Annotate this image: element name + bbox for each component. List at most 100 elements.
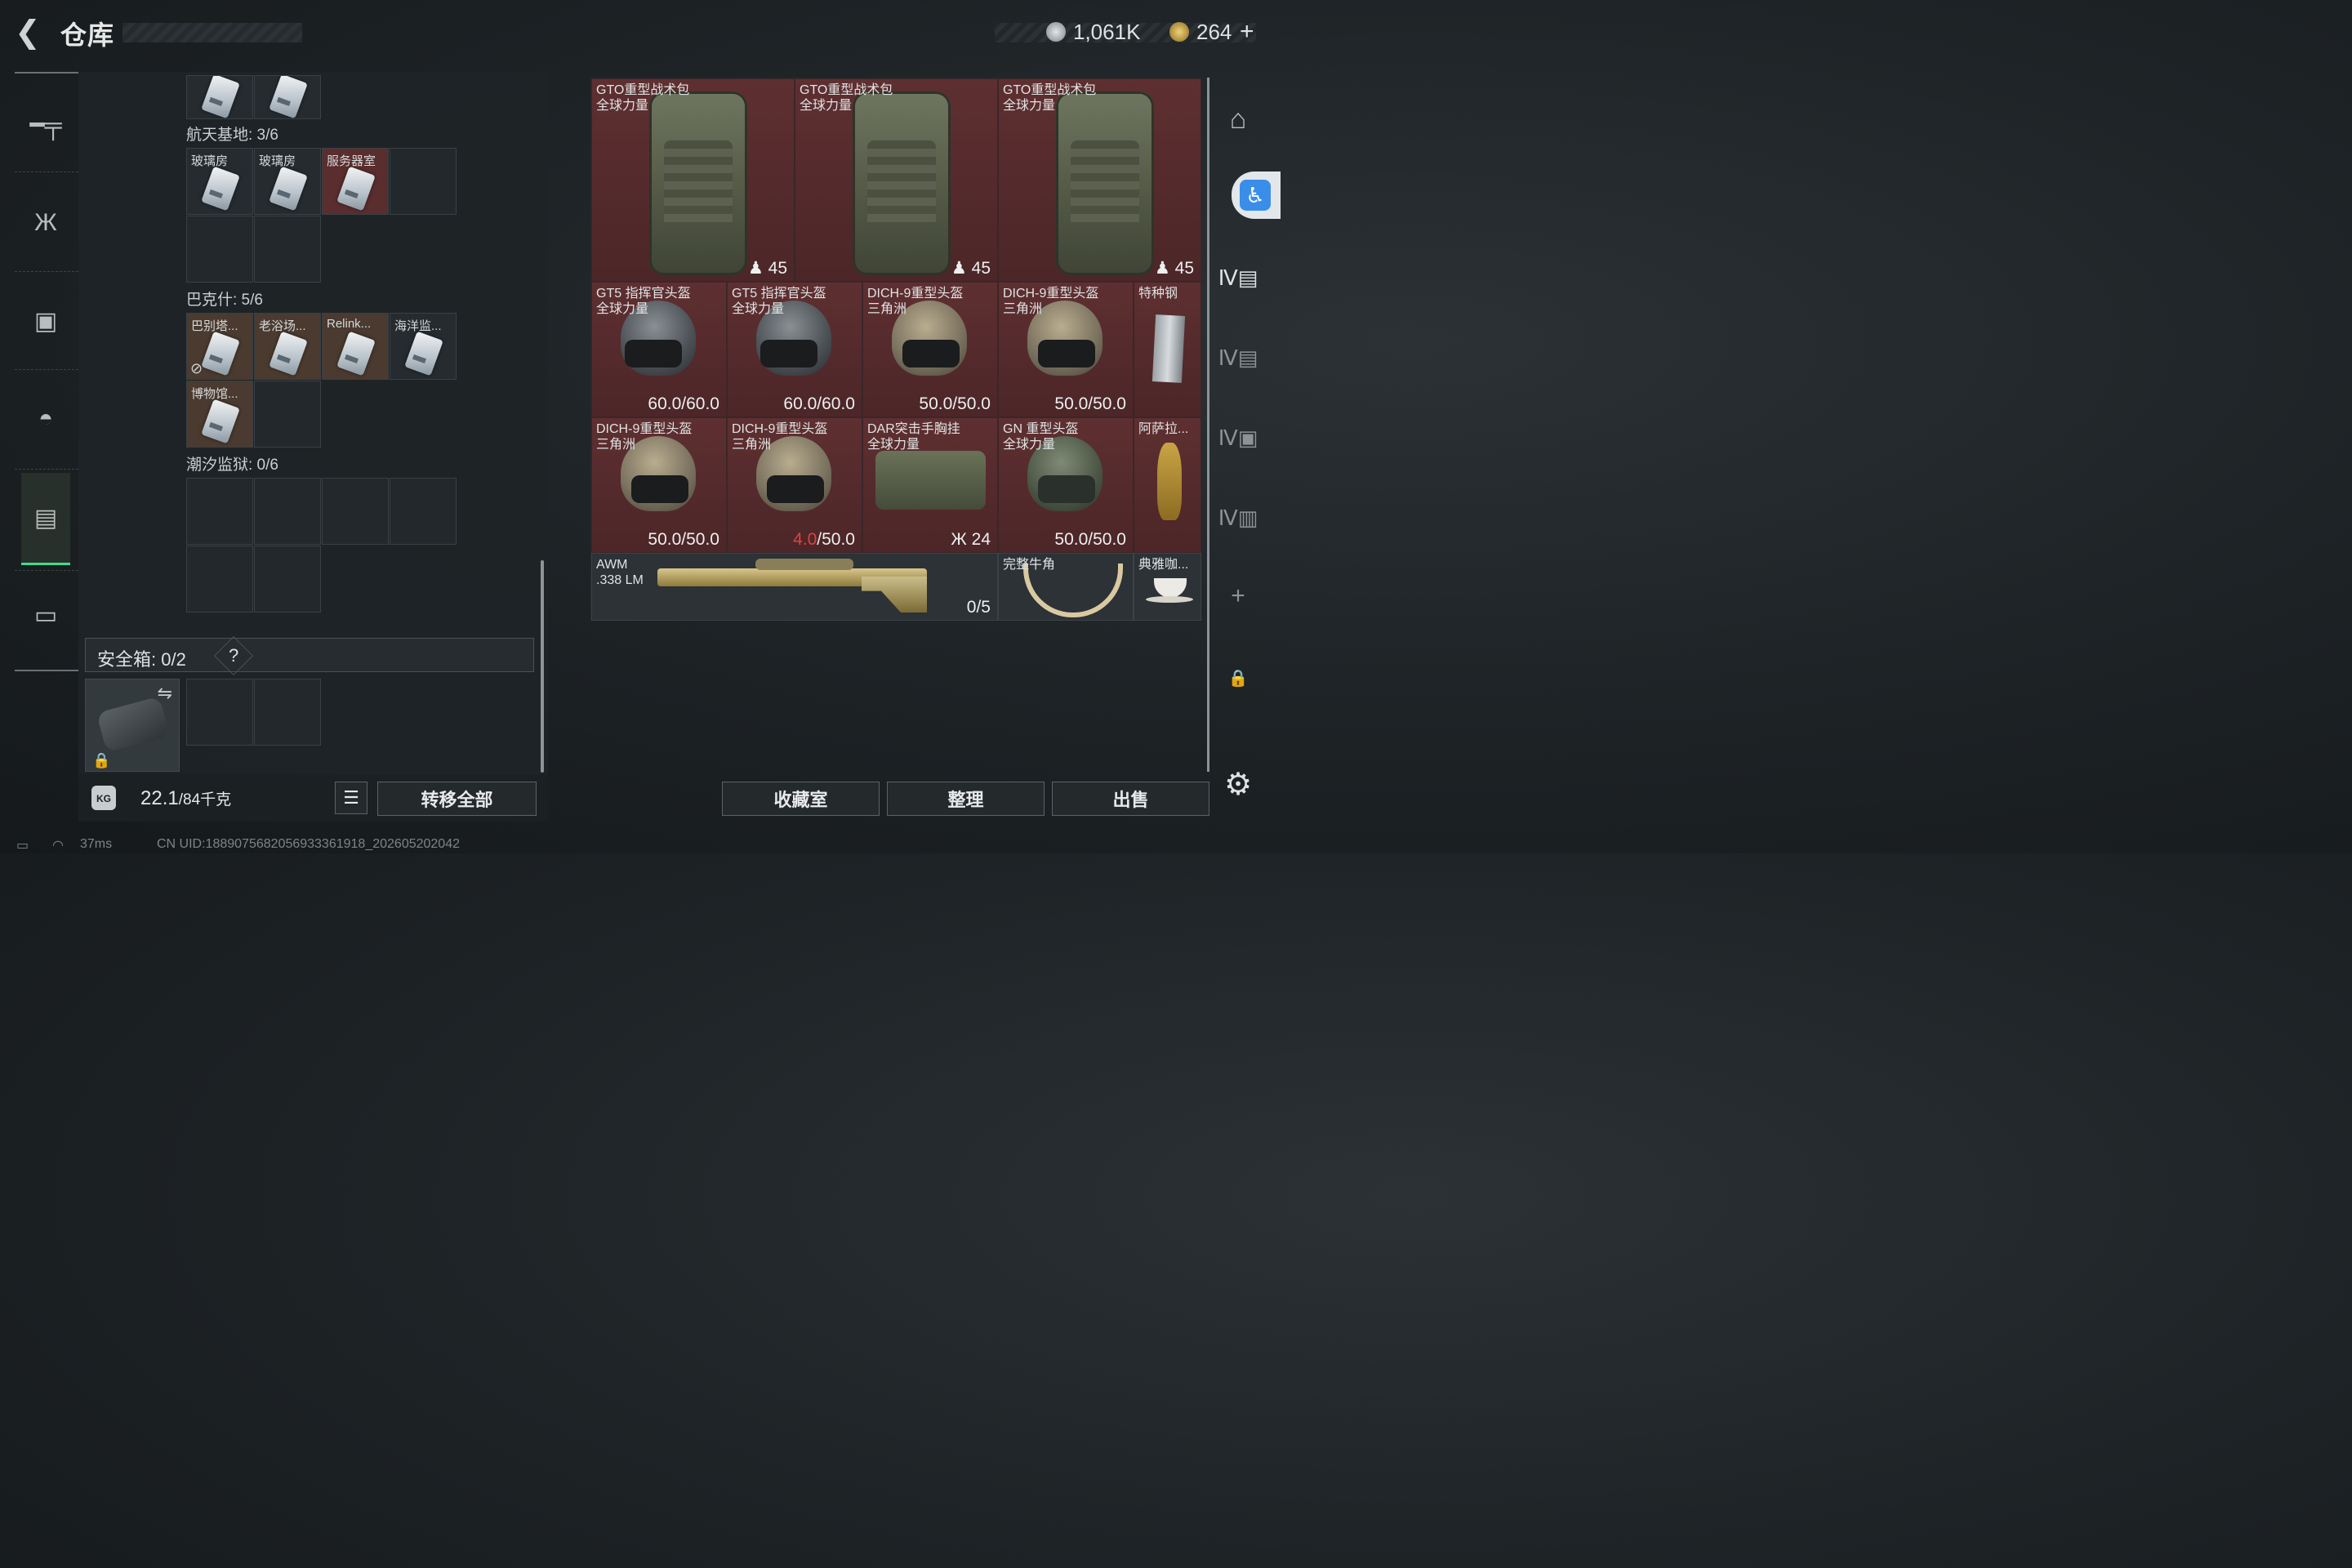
transfer-all-button[interactable]: 转移全部 [377,782,537,816]
collection-slot[interactable]: 巴别塔... ⊘ [186,313,253,380]
add-currency-button[interactable]: + [1240,18,1254,46]
storage-tab-4-4[interactable]: Ⅳ▥ [1214,493,1263,542]
slot-label: 玻璃房 [191,154,229,168]
inventory-item-horns[interactable]: 完整牛角 [998,553,1134,621]
collection-slot-empty[interactable] [254,216,321,283]
collection-slot-empty[interactable] [254,546,321,612]
storage-tab-4-3[interactable]: Ⅳ▣ [1214,413,1263,462]
slot-label: 博物馆... [191,387,238,401]
inventory-item-chest-rig[interactable]: DAR突击手胸挂 全球力量 Ж 24 [862,417,998,553]
nav-weapon-tab[interactable]: ━╤ [21,84,70,166]
item-name: 阿萨拉... [1138,422,1189,436]
swap-icon[interactable]: ⇋ [158,683,172,704]
container-icon: ▤ [33,504,58,532]
section-title-tidal-prison: 潮汐监狱: 0/6 [186,457,278,474]
back-arrow-icon[interactable]: ❮ [15,16,47,49]
collection-room-button[interactable]: 收藏室 [722,782,880,816]
inventory-item-coffee-cup[interactable]: 典雅咖... [1134,553,1201,621]
nav-storage-tab[interactable]: ▤ [21,473,70,565]
weight-value: 22.1/84千克 [140,787,232,809]
help-icon[interactable]: ? [213,635,254,676]
accessibility-icon: ♿ [1240,180,1271,211]
section-title-bakhsh: 巴克什: 5/6 [186,292,263,309]
collection-slot-empty[interactable] [186,478,253,545]
collection-slot-empty[interactable] [390,478,457,545]
collection-slot-empty[interactable] [322,478,389,545]
item-name: GTO重型战术包 全球力量 [1003,83,1097,113]
settings-button[interactable]: ⚙ [1214,760,1263,808]
item-name: GN 重型头盔 全球力量 [1003,422,1079,452]
organize-button[interactable]: 整理 [887,782,1045,816]
safebox-case-icon [96,696,171,753]
durability-value: 50.0/50.0 [648,530,719,549]
collection-scrollbar[interactable] [541,560,544,773]
collection-slot-empty[interactable] [254,381,321,448]
collection-slot[interactable]: 玻璃房 [186,148,253,215]
steel-image [1152,314,1186,383]
item-name: GTO重型战术包 全球力量 [596,83,690,113]
ping-value: 37ms [80,837,113,851]
backpack-image [649,91,747,275]
storage-tab-4-1[interactable]: Ⅳ▤ [1214,253,1263,302]
item-name: DICH-9重型头盔 三角洲 [1003,287,1099,316]
collection-slot[interactable] [186,75,253,119]
pouch-icon: ◓ [38,405,54,432]
capacity-value: ♟ 45 [747,259,787,278]
collection-slot[interactable]: 服务器室 [322,148,389,215]
inventory-item-backpack[interactable]: GTO重型战术包 全球力量 ♟ 45 [795,78,998,282]
collection-slot-empty[interactable] [186,546,253,612]
container-iv-icon: Ⅳ▤ [1218,265,1258,290]
item-name: DICH-9重型头盔 三角洲 [867,287,964,316]
cup-image [1154,578,1187,598]
collection-slot[interactable]: 博物馆... [186,381,253,448]
header-stripe [122,23,302,42]
collection-slot-empty[interactable] [186,216,253,283]
safebox-item[interactable]: ⇋ 🔒 [85,679,180,772]
collection-slot[interactable]: Relink... [322,313,389,380]
inventory-item-rifle[interactable]: AWM .338 LM 0/5 [591,553,998,621]
add-storage-button[interactable]: + [1214,572,1263,621]
safebox-label: 安全箱: 0/2 [97,649,186,670]
nav-case-tab[interactable]: ▭ [21,574,70,656]
sell-button[interactable]: 出售 [1052,782,1209,816]
collection-slot[interactable]: 海洋监... [390,313,457,380]
collection-slot[interactable]: 老浴场... [254,313,321,380]
nav-chest-rig-tab[interactable]: ◓ [21,378,70,460]
safebox-slot-empty[interactable] [186,679,253,746]
item-name: 特种钢 [1138,287,1178,301]
item-name: DAR突击手胸挂 全球力量 [867,422,960,452]
uid-text: CN UID:1889075682056933361918_2026052020… [157,837,460,851]
safebox-slot-empty[interactable] [254,679,321,746]
collection-slot-empty[interactable] [254,478,321,545]
collection-slot[interactable]: 玻璃房 [254,148,321,215]
slot-label: 老浴场... [259,319,306,333]
capacity-value: ♟ 45 [951,259,991,278]
nav-armor-tab[interactable]: Ж [21,182,70,264]
inventory-item-helmet[interactable]: DICH-9重型头盔 三角洲 50.0/50.0 [998,282,1134,417]
storage-tab-4-2[interactable]: Ⅳ▤ [1214,333,1263,382]
warehouse-tab[interactable]: ⌂ [1214,95,1263,144]
backpack-image [853,91,951,275]
nav-backpack-tab[interactable]: ▣ [21,280,70,362]
inventory-item-backpack[interactable]: GTO重型战术包 全球力量 ♟ 45 [998,78,1201,282]
collection-slot-empty[interactable] [390,148,457,215]
backpack-icon: ▣ [33,307,58,335]
item-name: DICH-9重型头盔 三角洲 [596,422,693,452]
accessibility-button[interactable]: ♿ [1232,172,1281,219]
ammo-count: 0/5 [966,598,991,617]
inventory-item-helmet[interactable]: GT5 指挥官头盔 全球力量 60.0/60.0 [591,282,727,417]
inventory-item-helmet[interactable]: DICH-9重型头盔 三角洲 4.0/50.0 [727,417,862,553]
inventory-item-helmet[interactable]: DICH-9重型头盔 三角洲 50.0/50.0 [591,417,727,553]
collection-slot[interactable] [254,75,321,119]
inventory-item-backpack[interactable]: GTO重型战术包 全球力量 ♟ 45 [591,78,795,282]
locked-storage-tab: 🔒 [1214,653,1263,702]
item-name: AWM .338 LM [596,558,644,587]
durability-value: 60.0/60.0 [783,394,855,413]
inventory-scrollbar[interactable] [1207,78,1209,772]
inventory-item-helmet[interactable]: DICH-9重型头盔 三角洲 50.0/50.0 [862,282,998,417]
inventory-item-helmet[interactable]: GN 重型头盔 全球力量 50.0/50.0 [998,417,1134,553]
inventory-item-helmet[interactable]: GT5 指挥官头盔 全球力量 60.0/60.0 [727,282,862,417]
inventory-item-pitcher[interactable]: 阿萨拉... [1134,417,1201,553]
list-view-button[interactable]: ☰ [335,782,368,814]
inventory-item-special-steel[interactable]: 特种钢 [1134,282,1201,417]
